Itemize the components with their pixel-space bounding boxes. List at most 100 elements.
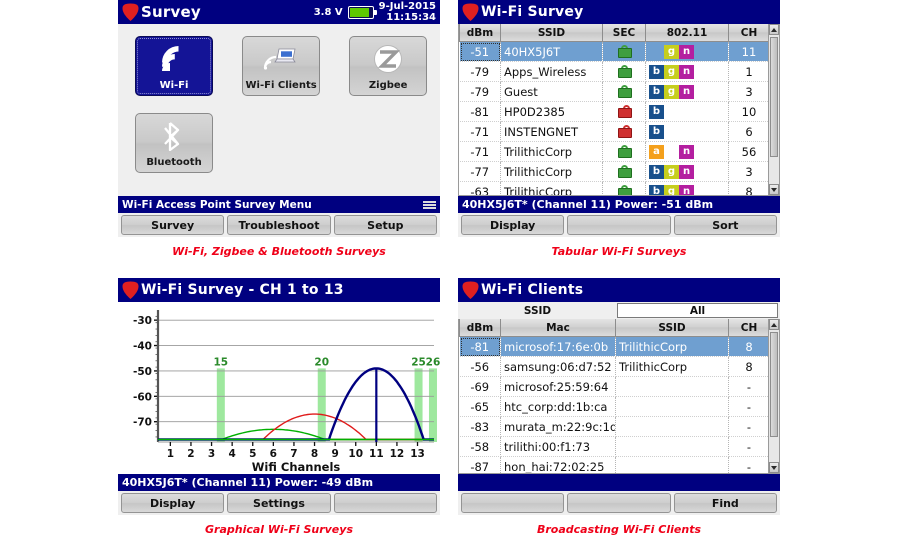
badge-b: b: [649, 104, 664, 119]
survey-softkeys: Survey Troubleshoot Setup: [118, 213, 440, 237]
survey-button-zigbee-label: Zigbee: [368, 80, 408, 91]
col-80211[interactable]: 802.11: [645, 24, 729, 42]
col-dbm[interactable]: dBm: [459, 319, 501, 337]
badge-n: n: [679, 44, 694, 59]
scroll-up-arrow-icon[interactable]: [769, 319, 779, 330]
col-dbm[interactable]: dBm: [459, 24, 501, 42]
bluetooth-icon: [136, 119, 212, 152]
badge-g: g: [664, 164, 679, 179]
table-row[interactable]: -81 microsof:17:6e:0b TrilithicCorp 8: [459, 336, 770, 357]
lock-open-icon: [618, 104, 632, 118]
survey-button-wifi-clients[interactable]: Wi-Fi Clients: [242, 36, 321, 96]
x-axis-tick-label: 5: [249, 448, 256, 460]
clients-scrollbar[interactable]: [768, 319, 779, 473]
panel-survey: Survey 3.8 V 9-Jul-2015 11:15:34 Wi-Fi W…: [118, 0, 440, 258]
table-row[interactable]: -79 Guest b g n 3: [459, 81, 770, 102]
softkey-settings[interactable]: Settings: [227, 493, 331, 513]
table-row[interactable]: -69 microsof:25:59:64 -: [459, 376, 770, 397]
scroll-thumb[interactable]: [770, 37, 778, 157]
softkey-blank-2[interactable]: [567, 493, 671, 513]
survey-button-zigbee[interactable]: Zigbee: [349, 36, 428, 96]
badge-g: g: [664, 64, 679, 79]
softkey-sort[interactable]: Sort: [673, 215, 777, 235]
table-row[interactable]: -83 murata_m:22:9c:1d -: [459, 416, 770, 437]
badge-n: n: [679, 184, 694, 195]
cell-dbm: -79: [459, 61, 501, 82]
table-row[interactable]: -87 hon_hai:72:02:25 -: [459, 456, 770, 473]
col-ssid[interactable]: SSID: [615, 319, 729, 337]
zigbee-channel-label: 26: [426, 356, 440, 368]
trilithic-heart-logo-icon: [462, 281, 479, 299]
table-row[interactable]: -58 trilithi:00:f1:73 -: [459, 436, 770, 457]
col-mac[interactable]: Mac: [500, 319, 616, 337]
lock-open-icon: [618, 124, 632, 138]
cell-ssid: [615, 436, 729, 457]
cell-mac: htc_corp:dd:1b:ca: [500, 396, 616, 417]
badge-b: b: [649, 184, 664, 195]
survey-button-bluetooth-label: Bluetooth: [146, 157, 202, 168]
col-ch[interactable]: CH: [728, 319, 770, 337]
panel-wifi-clients: Wi-Fi Clients SSID All dBm Mac SSID CH -…: [458, 278, 780, 536]
wifi-survey-scrollbar[interactable]: [768, 24, 779, 195]
cell-80211: b: [645, 121, 729, 142]
cell-dbm: -77: [459, 161, 501, 182]
cell-80211: bgn: [645, 61, 729, 82]
softkey-setup[interactable]: Setup: [333, 215, 437, 235]
cell-ch: 3: [728, 81, 770, 102]
cell-mac: samsung:06:d7:52: [500, 356, 616, 377]
col-sec[interactable]: SEC: [602, 24, 646, 42]
wifi-survey-rows: -51 40HX5J6T g n 11 -79 Apps_Wireless b g n 1 -79 Gu…: [459, 41, 770, 195]
table-row[interactable]: -63 TrilithicCorp b g n 8: [459, 181, 770, 195]
badge-n: n: [679, 144, 694, 159]
filter-select-ssid[interactable]: All: [617, 303, 778, 318]
cell-sec: [602, 41, 646, 62]
col-ssid[interactable]: SSID: [500, 24, 603, 42]
survey-button-wifi[interactable]: Wi-Fi: [135, 36, 213, 96]
badge-empty: [649, 45, 664, 59]
softkey-display[interactable]: Display: [461, 215, 565, 235]
caption-tabular: Tabular Wi-Fi Surveys: [551, 245, 687, 258]
survey-button-bluetooth[interactable]: Bluetooth: [135, 113, 213, 173]
softkey-survey[interactable]: Survey: [121, 215, 225, 235]
softkey-blank[interactable]: [567, 215, 671, 235]
table-row[interactable]: -71 INSTENGNET b 6: [459, 121, 770, 142]
caption-survey: Wi-Fi, Zigbee & Bluetooth Surveys: [172, 245, 386, 258]
cell-ssid: TrilithicCorp: [500, 181, 603, 195]
zigbee-channel-bar: [216, 368, 225, 442]
cell-dbm: -56: [459, 356, 501, 377]
table-row[interactable]: -51 40HX5J6T g n 11: [459, 41, 770, 62]
clients-status: [458, 474, 780, 491]
badge-empty: [679, 125, 694, 139]
table-row[interactable]: -79 Apps_Wireless b g n 1: [459, 61, 770, 82]
table-row[interactable]: -77 TrilithicCorp b g n 3: [459, 161, 770, 182]
clients-titlebar: Wi-Fi Clients: [458, 278, 780, 302]
softkey-blank-1[interactable]: [461, 493, 565, 513]
scroll-down-arrow-icon[interactable]: [769, 462, 779, 473]
table-row[interactable]: -71 TrilithicCorp a n 56: [459, 141, 770, 162]
table-row[interactable]: -65 htc_corp:dd:1b:ca -: [459, 396, 770, 417]
lock-closed-icon: [618, 44, 632, 58]
cell-sec: [602, 141, 646, 162]
lock-closed-icon: [618, 64, 632, 78]
cell-80211: gn: [645, 41, 729, 62]
table-row[interactable]: -56 samsung:06:d7:52 TrilithicCorp 8: [459, 356, 770, 377]
clients-filter-row: SSID All: [458, 302, 780, 319]
softkey-troubleshoot[interactable]: Troubleshoot: [227, 215, 331, 235]
softkey-blank[interactable]: [333, 493, 437, 513]
cell-dbm: -65: [459, 396, 501, 417]
table-row[interactable]: -81 HP0D2385 b 10: [459, 101, 770, 122]
panel-wifi-survey: Wi-Fi Survey dBm SSID SEC 802.11 CH -51 4…: [458, 0, 780, 258]
x-axis-tick-label: 2: [187, 448, 194, 460]
x-axis-tick-label: 12: [390, 448, 405, 460]
softkey-find[interactable]: Find: [673, 493, 777, 513]
cell-80211: bgn: [645, 161, 729, 182]
scroll-up-arrow-icon[interactable]: [769, 24, 779, 35]
wifi-survey-status: 40HX5J6T* (Channel 11) Power: -51 dBm: [458, 196, 780, 213]
cell-dbm: -71: [459, 121, 501, 142]
softkey-display[interactable]: Display: [121, 493, 225, 513]
scroll-down-arrow-icon[interactable]: [769, 184, 779, 195]
badge-empty: [664, 125, 679, 139]
col-ch[interactable]: CH: [728, 24, 770, 42]
cell-ch: 8: [728, 356, 770, 377]
scroll-thumb[interactable]: [770, 332, 778, 437]
